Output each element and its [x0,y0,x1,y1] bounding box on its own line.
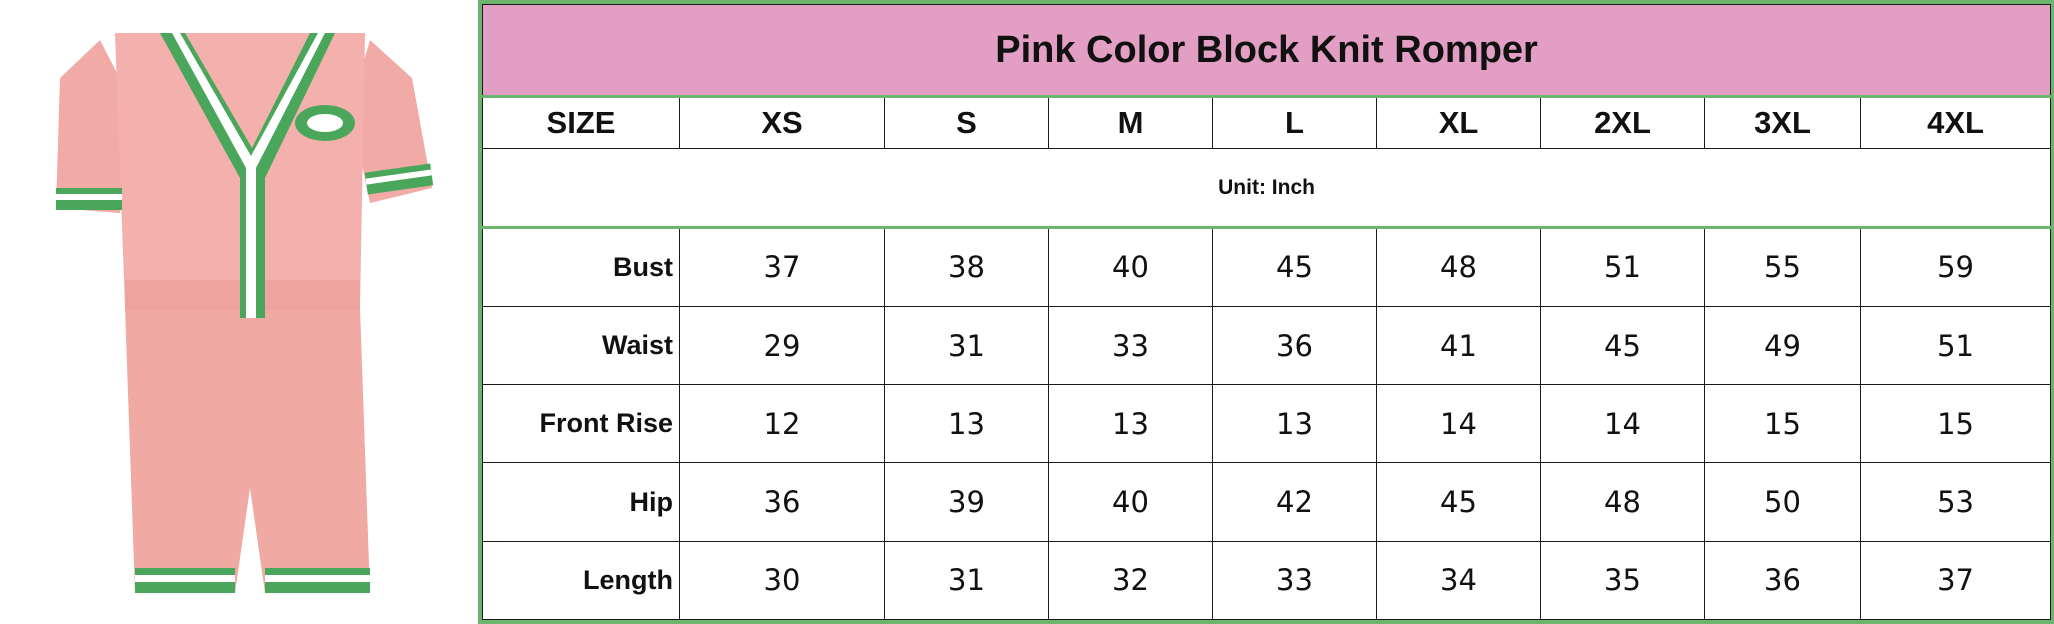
row-label-hip: Hip [482,462,680,542]
table-cell: 53 [1859,462,2052,542]
table-row: Length 30 31 32 33 34 35 36 37 [482,540,2052,621]
table-cell: 14 [1540,384,1705,464]
table-cell: 30 [679,540,885,621]
table-cell: 37 [1859,540,2052,621]
table-cell: 40 [1048,462,1213,542]
row-label-waist: Waist [482,305,680,386]
table-cell: 45 [1376,462,1541,542]
table-cell: 12 [679,384,885,464]
table-cell: 36 [1212,305,1377,386]
table-cell: 51 [1540,226,1705,307]
chart-title: Pink Color Block Knit Romper [481,3,2052,99]
product-image-panel [0,0,482,624]
table-cell: 49 [1704,305,1861,386]
size-xl-header: XL [1376,96,1541,150]
size-l-header: L [1212,96,1377,150]
table-cell: 55 [1704,226,1861,307]
table-cell: 13 [1212,384,1377,464]
table-cell: 33 [1212,540,1377,621]
table-cell: 41 [1376,305,1541,386]
table-cell: 14 [1376,384,1541,464]
table-cell: 42 [1212,462,1377,542]
table-cell: 45 [1212,226,1377,307]
table-cell: 48 [1540,462,1705,542]
table-cell: 15 [1859,384,2052,464]
table-cell: 38 [884,226,1049,307]
row-label-length: Length [482,540,680,621]
table-cell: 13 [1048,384,1213,464]
size-2xl-header: 2XL [1540,96,1705,150]
table-cell: 31 [884,305,1049,386]
table-row: Front Rise 12 13 13 13 14 14 15 15 [482,384,2052,464]
size-s-header: S [884,96,1049,150]
table-row: Waist 29 31 33 36 41 45 49 51 [482,305,2052,386]
table-row: Hip 36 39 40 42 45 48 50 53 [482,462,2052,542]
table-cell: 15 [1704,384,1861,464]
size-chart-table: Pink Color Block Knit Romper SIZE XS S M… [481,3,2052,621]
size-xs-header: XS [679,96,885,150]
table-cell: 29 [679,305,885,386]
row-label-bust: Bust [482,226,680,307]
table-row: Bust 37 38 40 45 48 51 55 59 [482,226,2052,307]
size-header-row: SIZE XS S M L XL 2XL 3XL 4XL [482,96,2052,150]
size-header-label: SIZE [482,96,680,150]
table-cell: 36 [679,462,885,542]
table-cell: 35 [1540,540,1705,621]
table-cell: 37 [679,226,885,307]
row-label-front-rise: Front Rise [482,384,680,464]
table-cell: 48 [1376,226,1541,307]
table-cell: 59 [1859,226,2052,307]
unit-row: Unit: Inch [481,148,2052,229]
table-cell: 45 [1540,305,1705,386]
table-cell: 34 [1376,540,1541,621]
table-cell: 32 [1048,540,1213,621]
size-m-header: M [1048,96,1213,150]
table-cell: 40 [1048,226,1213,307]
table-cell: 51 [1859,305,2052,386]
romper-product-image [56,33,434,593]
table-cell: 33 [1048,305,1213,386]
unit-label: Unit: Inch [481,148,2052,229]
size-4xl-header: 4XL [1859,96,2052,150]
table-cell: 50 [1704,462,1861,542]
table-cell: 31 [884,540,1049,621]
table-cell: 13 [884,384,1049,464]
table-cell: 36 [1704,540,1861,621]
table-cell: 39 [884,462,1049,542]
size-3xl-header: 3XL [1704,96,1861,150]
